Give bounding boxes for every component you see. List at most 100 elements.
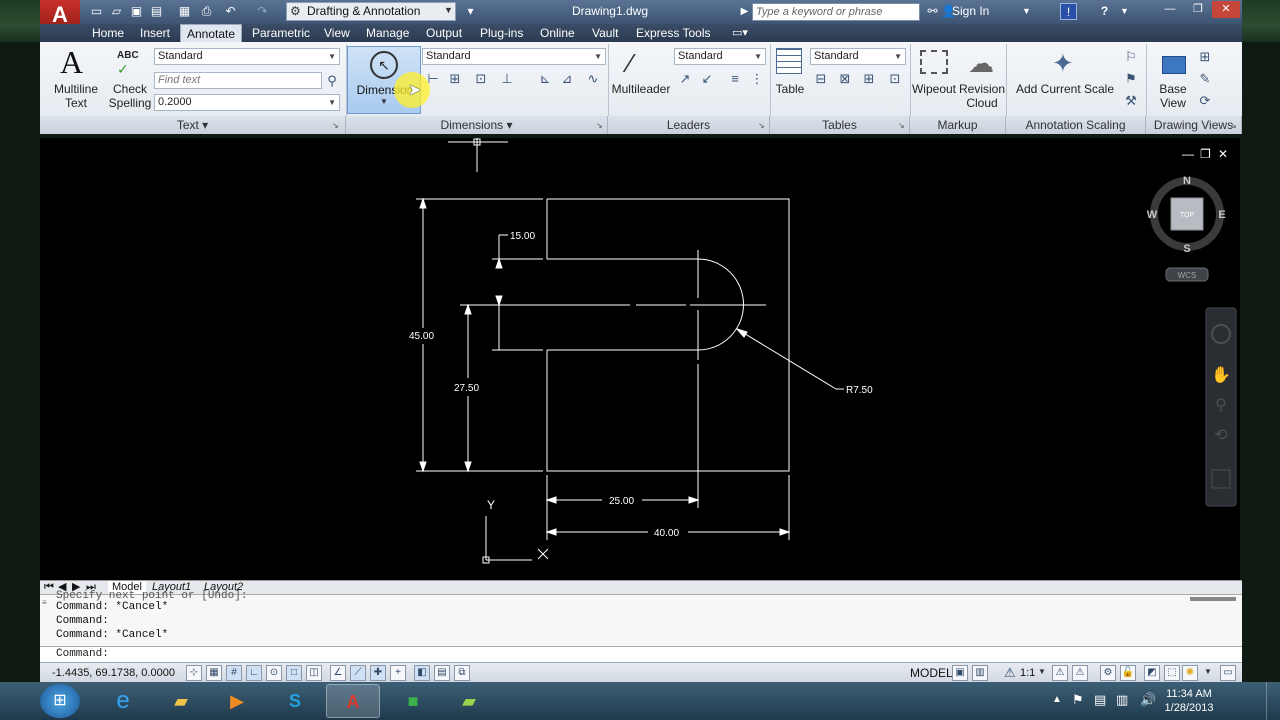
chevron-down-icon[interactable]: ▼ bbox=[1038, 667, 1046, 676]
tab-home[interactable]: Home bbox=[86, 24, 130, 42]
clean-screen-icon[interactable]: ▭ bbox=[1220, 665, 1236, 681]
green-app-icon[interactable]: ▰ bbox=[442, 684, 496, 718]
edit-view-icon[interactable]: ✎ bbox=[1196, 70, 1214, 88]
projected-view-icon[interactable]: ⊞ bbox=[1196, 48, 1214, 66]
extract-data-icon[interactable]: ⊟ bbox=[812, 70, 830, 88]
save-icon[interactable]: ▣ bbox=[128, 3, 145, 20]
text-style-dropdown[interactable]: Standard ▼ bbox=[154, 48, 340, 65]
first-layout-icon[interactable]: ⏮ bbox=[44, 581, 54, 594]
sign-in-dropdown-icon[interactable]: ▼ bbox=[1018, 3, 1035, 20]
tab-online[interactable]: Online bbox=[534, 24, 581, 42]
hardware-acceleration-icon[interactable]: ◩ bbox=[1144, 665, 1160, 681]
leader-style-dropdown[interactable]: Standard ▼ bbox=[674, 48, 766, 65]
dimension-jog-icon[interactable]: ∿ bbox=[584, 70, 602, 88]
file-explorer-icon[interactable]: ▰ bbox=[154, 684, 208, 718]
sync-scale-icon[interactable]: ⚑ bbox=[1122, 70, 1140, 88]
redo-icon[interactable]: ↷ bbox=[254, 3, 271, 20]
maximize-icon[interactable]: ❐ bbox=[1184, 1, 1212, 18]
drawing-views-panel-title[interactable]: Drawing Views bbox=[1146, 116, 1242, 134]
exchange-icon[interactable]: ! bbox=[1060, 3, 1077, 20]
tab-express-tools[interactable]: Express Tools bbox=[630, 24, 716, 42]
wipeout-button[interactable]: Wipeout bbox=[910, 82, 958, 96]
markup-panel-title[interactable]: Markup bbox=[910, 116, 1006, 134]
selection-cycling-icon[interactable]: ⧉ bbox=[454, 665, 470, 681]
dimension-continue-icon[interactable]: ⊥ bbox=[498, 70, 516, 88]
lightbulb-icon[interactable]: ✺ bbox=[1182, 665, 1198, 681]
remove-leader-icon[interactable]: ↙ bbox=[698, 70, 716, 88]
network-flag-icon[interactable]: ⚑ bbox=[1072, 692, 1084, 708]
publish-icon[interactable]: ▦ bbox=[176, 3, 193, 20]
new-icon[interactable]: ▭ bbox=[88, 3, 105, 20]
quick-view-layouts-icon[interactable]: ▣ bbox=[952, 665, 968, 681]
command-input[interactable]: Command: bbox=[40, 646, 1242, 662]
3d-object-snap-icon[interactable]: ◫ bbox=[306, 665, 322, 681]
workspace-switching-icon[interactable]: ⚙ bbox=[1100, 665, 1116, 681]
tab-annotate[interactable]: Annotate bbox=[180, 24, 243, 42]
workspace-dropdown[interactable]: Drafting & Annotation bbox=[286, 2, 456, 21]
coordinates-readout[interactable]: -1.4435, 69.1738, 0.0000 bbox=[52, 667, 175, 679]
object-snap-tracking-icon[interactable]: ∠ bbox=[330, 665, 346, 681]
sign-in-link[interactable]: Sign In bbox=[952, 4, 989, 18]
align-leader-icon[interactable]: ≡ bbox=[726, 70, 744, 88]
snap-mode-icon[interactable]: ▦ bbox=[206, 665, 222, 681]
dynamic-ucs-icon[interactable]: ⟋ bbox=[350, 665, 366, 681]
tab-parametric[interactable]: Parametric bbox=[246, 24, 316, 42]
table-style-dropdown[interactable]: Standard ▼ bbox=[810, 48, 906, 65]
multiline-text-button[interactable]: Multiline Text bbox=[50, 82, 102, 110]
find-text-input[interactable]: Find text bbox=[154, 72, 322, 89]
dialog-launcher-icon[interactable]: ↘ bbox=[596, 121, 603, 130]
model-space-button[interactable]: MODEL bbox=[910, 666, 953, 680]
tab-insert[interactable]: Insert bbox=[134, 24, 176, 42]
tab-view[interactable]: View bbox=[318, 24, 356, 42]
action-center-icon[interactable]: ▤ bbox=[1094, 692, 1106, 708]
base-view-button[interactable]: Base View bbox=[1148, 82, 1198, 110]
show-hidden-icons[interactable]: ▲ bbox=[1052, 694, 1062, 705]
add-leader-icon[interactable]: ↗ bbox=[676, 70, 694, 88]
search-expand-icon[interactable]: ▶ bbox=[736, 3, 753, 20]
transparency-icon[interactable]: ◧ bbox=[414, 665, 430, 681]
table-button[interactable]: Table bbox=[770, 82, 810, 96]
collect-leader-icon[interactable]: ⋮ bbox=[748, 70, 766, 88]
link-data-icon[interactable]: ⊠ bbox=[836, 70, 854, 88]
annotation-scale-value[interactable]: 1:1 bbox=[1020, 667, 1035, 679]
object-snap-icon[interactable]: □ bbox=[286, 665, 302, 681]
revision-cloud-button[interactable]: Revision Cloud bbox=[958, 82, 1006, 110]
dimension-style-dropdown[interactable]: Standard ▼ bbox=[422, 48, 606, 65]
orbit-icon[interactable]: ⟲ bbox=[1214, 425, 1228, 444]
viewport-restore-icon[interactable]: ❐ bbox=[1200, 147, 1211, 161]
skype-icon[interactable]: S bbox=[268, 684, 322, 718]
minimize-icon[interactable]: — bbox=[1156, 1, 1184, 18]
status-menu-icon[interactable]: ▼ bbox=[1204, 667, 1212, 676]
dimension-inspect-icon[interactable]: ⊡ bbox=[472, 70, 490, 88]
isolate-objects-icon[interactable]: ⬚ bbox=[1164, 665, 1180, 681]
text-height-dropdown[interactable]: 0.2000 ▼ bbox=[154, 94, 340, 111]
network-icon[interactable]: ▥ bbox=[1116, 692, 1128, 708]
command-line-grip[interactable]: ≡ bbox=[42, 599, 47, 608]
open-icon[interactable]: ▱ bbox=[108, 3, 125, 20]
ribbon-minimize-icon[interactable]: ▭▾ bbox=[726, 24, 754, 42]
dialog-launcher-icon[interactable]: ↘ bbox=[332, 121, 339, 130]
close-icon[interactable]: ✕ bbox=[1212, 1, 1240, 18]
media-player-icon[interactable]: ▶ bbox=[210, 684, 264, 718]
help-dropdown-icon[interactable]: ▼ bbox=[1116, 3, 1133, 20]
polar-tracking-icon[interactable]: ⊙ bbox=[266, 665, 282, 681]
annotation-visibility-icon[interactable]: ⚠ bbox=[1052, 665, 1068, 681]
check-spelling-button[interactable]: Check Spelling bbox=[106, 82, 154, 110]
leaders-panel-title[interactable]: Leaders bbox=[608, 116, 770, 134]
print-icon[interactable]: ⎙ bbox=[198, 3, 215, 20]
drawing-canvas[interactable]: 15.00 45.00 27.50 25.00 40.00 R7.50 Y — … bbox=[40, 138, 1240, 580]
add-current-scale-button[interactable]: Add Current Scale bbox=[1008, 82, 1122, 96]
search-input[interactable]: Type a keyword or phrase bbox=[752, 3, 920, 21]
dimension-update-icon[interactable]: ⊿ bbox=[558, 70, 576, 88]
dialog-launcher-icon[interactable]: ↘ bbox=[758, 121, 765, 130]
grid-display-icon[interactable]: # bbox=[226, 665, 242, 681]
zoom-icon[interactable]: ⚲ bbox=[1215, 395, 1227, 414]
lineweight-icon[interactable]: + bbox=[390, 665, 406, 681]
annotation-scaling-panel-title[interactable]: Annotation Scaling bbox=[1006, 116, 1146, 134]
tab-plug-ins[interactable]: Plug-ins bbox=[474, 24, 529, 42]
save-as-icon[interactable]: ▤ bbox=[148, 3, 165, 20]
show-desktop-button[interactable] bbox=[1266, 682, 1280, 720]
autocad-taskbar-icon[interactable]: A bbox=[326, 684, 380, 718]
auto-scale-icon[interactable]: ⚠ bbox=[1072, 665, 1088, 681]
internet-explorer-icon[interactable]: e bbox=[96, 684, 150, 718]
